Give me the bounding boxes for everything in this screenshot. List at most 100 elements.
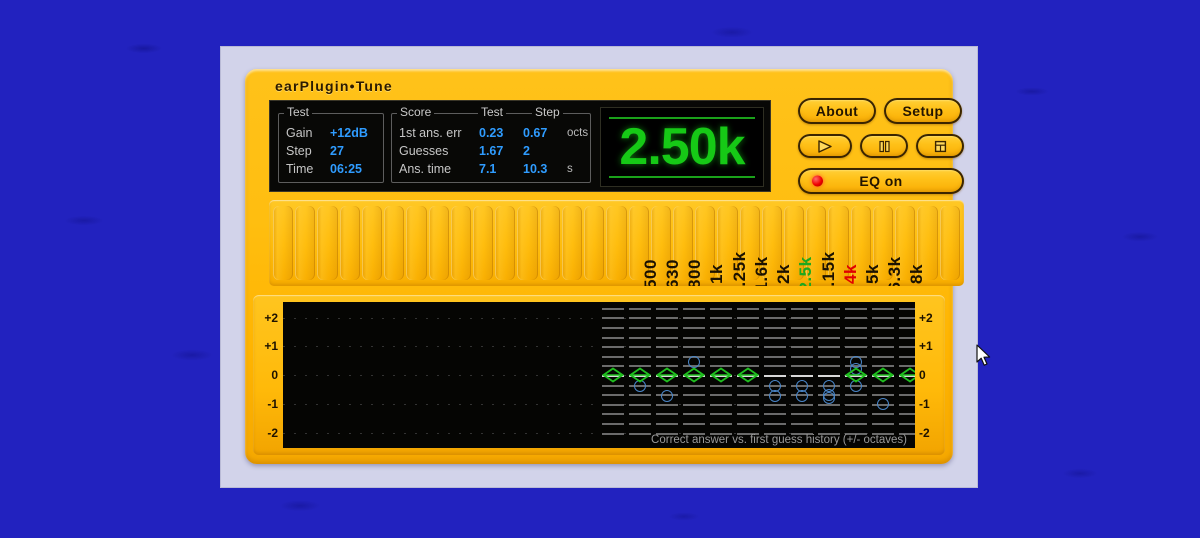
graph-column-tick: [710, 403, 732, 406]
score-col-test-header: Test: [478, 106, 507, 118]
graph-column-tick: [899, 413, 915, 416]
test-time-label: Time: [286, 162, 314, 176]
graph-column-tick: [710, 423, 732, 425]
eq-slider-slot[interactable]: [561, 206, 583, 280]
graph-column-tick: [845, 317, 867, 320]
eq-slider-slot[interactable]: [428, 206, 449, 280]
graph-column-tick: [764, 327, 786, 329]
graph-y-tick-right: +1: [919, 339, 933, 353]
graph-column-tick: [602, 317, 624, 320]
pause-button[interactable]: [860, 134, 908, 158]
graph-column-tick: [791, 413, 813, 416]
graph-column-tick: [872, 336, 894, 339]
graph-column-tick: [845, 307, 867, 310]
graph-column-tick: [629, 423, 651, 425]
eq-band-label: 4k: [840, 264, 860, 284]
eq-slider-slot[interactable]: 8k: [907, 206, 938, 284]
graph-column-tick: [872, 394, 894, 397]
test-step-label: Step: [286, 144, 312, 158]
eq-band-label: 3.15k: [818, 251, 838, 286]
eq-slider-slot[interactable]: [517, 206, 538, 280]
graph-column-tick: [656, 384, 678, 387]
eq-slider-slot[interactable]: [606, 206, 627, 280]
graph-guess-marker: [661, 390, 673, 403]
eq-slider-slot[interactable]: [406, 206, 427, 280]
graph-answer-marker: [602, 367, 624, 383]
graph-caption: Correct answer vs. first guess history (…: [651, 434, 907, 446]
graph-column-tick: [602, 384, 624, 387]
graph-y-tick-left: -2: [267, 426, 278, 440]
graph-column-tick: [629, 432, 651, 435]
graph-column-tick: [710, 413, 732, 416]
graph-column-tick: [845, 413, 867, 416]
graph-column-tick: [710, 336, 732, 339]
graph-column-tick: [845, 327, 867, 329]
graph-column-tick: [737, 317, 759, 320]
graph-column-tick: [656, 413, 678, 416]
graph-column-tick: [602, 432, 624, 435]
eq-band-label: 6.3k: [885, 256, 905, 286]
graph-column-tick: [899, 403, 915, 406]
page-title: earPlugin•Tune: [275, 78, 393, 94]
test-legend: Test: [284, 106, 313, 118]
score-r2-step: 10.3: [523, 162, 548, 176]
graph-column-tick: [602, 336, 624, 339]
graph-column-tick: [791, 375, 813, 377]
frequency-readout: 2.50k: [600, 107, 764, 187]
eq-slider-slot[interactable]: [295, 206, 316, 280]
graph-column-tick: [791, 327, 813, 329]
graph-column-tick: [683, 336, 705, 339]
graph-column-tick: [656, 327, 678, 329]
graph-answer-marker: [737, 367, 759, 383]
graph-column-tick: [899, 336, 915, 339]
graph-column-tick: [764, 346, 786, 349]
plugin-host-window: earPlugin•Tune Test Gain +12dB Step 27 T…: [221, 47, 991, 487]
test-gain-value: +12dB: [330, 126, 368, 140]
about-button[interactable]: About: [798, 98, 876, 124]
play-icon: [818, 139, 832, 153]
lcd-display-top: Test Gain +12dB Step 27 Time 06:25 Score…: [269, 100, 771, 192]
graph-column-tick: [872, 317, 894, 320]
eq-slider-slot[interactable]: [472, 206, 494, 280]
play-button[interactable]: [798, 134, 852, 158]
eq-slider-slots: 500 630 800 1k 1.25k 1.6k 2k 2.5k 3.15k 4k 5k 6.3k 8…: [273, 206, 960, 286]
graph-y-tick-left: -1: [267, 397, 278, 411]
setup-button[interactable]: Setup: [884, 98, 962, 124]
graph-column-tick: [872, 423, 894, 425]
eq-slider-slot[interactable]: [361, 206, 383, 280]
graph-column-tick: [602, 423, 624, 425]
graph-column-tick: [818, 317, 840, 320]
graph-column-tick: [791, 423, 813, 425]
plugin-panel: earPlugin•Tune Test Gain +12dB Step 27 T…: [245, 69, 991, 464]
eq-slider-slot[interactable]: [317, 206, 338, 280]
eq-toggle-button[interactable]: EQ on: [798, 168, 964, 194]
graph-column-tick: [683, 403, 705, 406]
graph-column-tick: [629, 307, 651, 310]
graph-column-tick: [818, 423, 840, 425]
eq-slider-slot[interactable]: [273, 206, 294, 280]
graph-plot-area: Correct answer vs. first guess history (…: [283, 302, 915, 448]
eq-band-label: 1.6k: [751, 256, 771, 286]
eq-slider-slot[interactable]: [339, 206, 360, 280]
graph-y-tick-right: -2: [919, 426, 930, 440]
graph-column-tick: [737, 307, 759, 310]
graph-column-tick: [737, 403, 759, 406]
graph-column-tick: [845, 394, 867, 397]
eq-slider-slot[interactable]: [939, 206, 960, 280]
eq-band-label: 500: [640, 259, 660, 286]
graph-column-tick: [629, 327, 651, 329]
graph-column-tick: [683, 346, 705, 349]
eq-slider-slot[interactable]: [584, 206, 605, 280]
eq-slider-slot[interactable]: [450, 206, 471, 280]
graph-column-tick: [764, 403, 786, 406]
eq-slider-strip[interactable]: 500 630 800 1k 1.25k 1.6k 2k 2.5k 3.15k 4k 5k 6.3k 8…: [269, 200, 964, 286]
score-r0-label: 1st ans. err: [399, 126, 462, 140]
graph-column-tick: [791, 336, 813, 339]
eq-slider-slot[interactable]: [384, 206, 405, 280]
graph-column-tick: [899, 327, 915, 329]
eq-slider-slot[interactable]: [539, 206, 560, 280]
graph-column-tick: [710, 394, 732, 397]
graph-column-tick: [656, 403, 678, 406]
stop-button[interactable]: [916, 134, 964, 158]
eq-slider-slot[interactable]: [495, 206, 516, 280]
